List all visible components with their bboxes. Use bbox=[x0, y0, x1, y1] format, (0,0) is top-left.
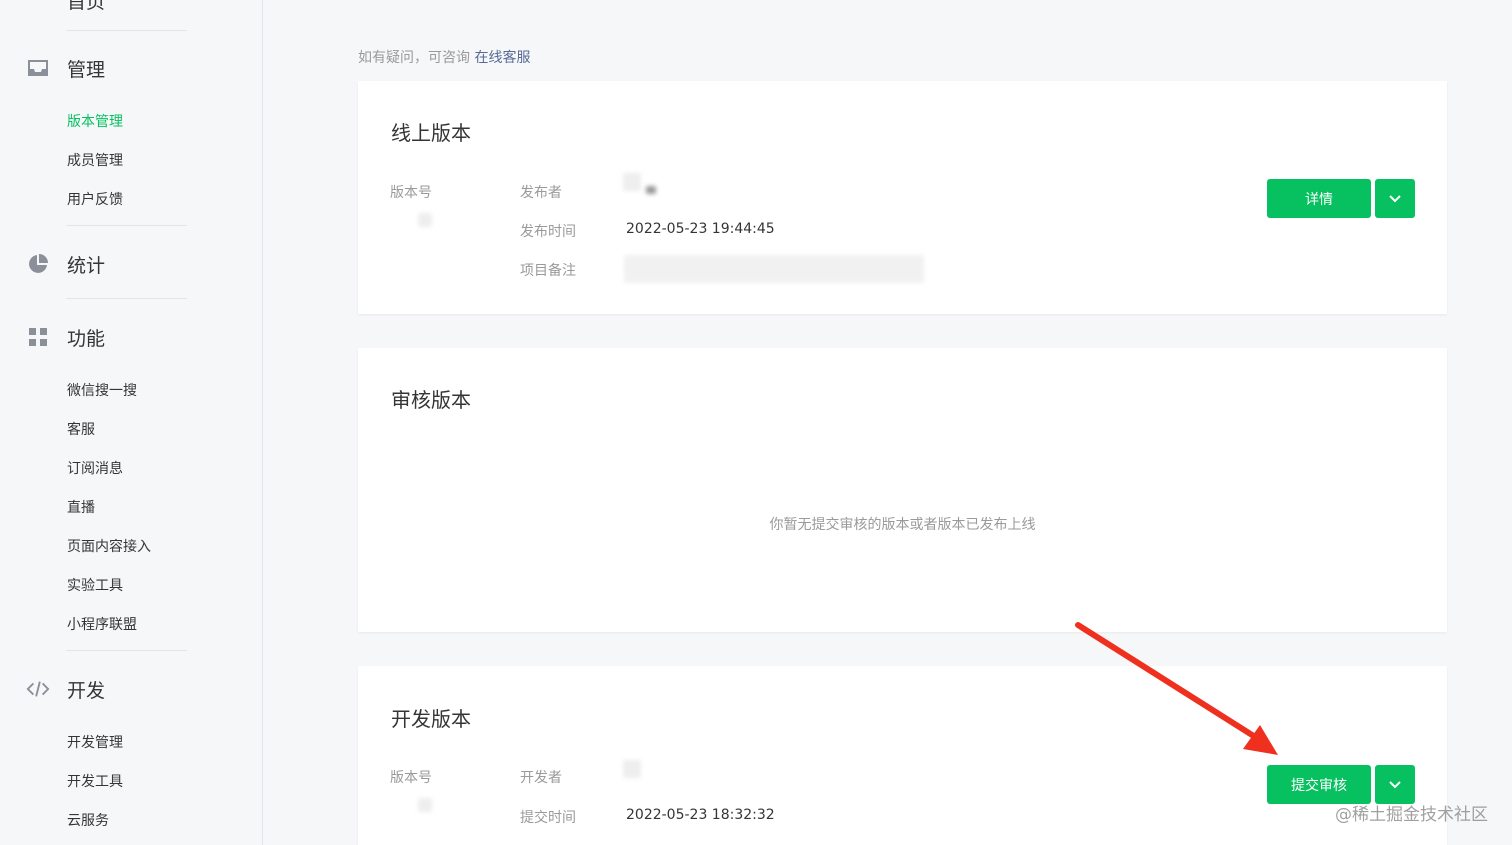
sidebar-item-mini-program-union[interactable]: 小程序联盟 bbox=[67, 614, 137, 634]
publisher-label: 发布者 bbox=[520, 185, 562, 201]
pie-chart-icon bbox=[26, 252, 50, 276]
sidebar-item-page-content[interactable]: 页面内容接入 bbox=[67, 536, 151, 556]
review-empty-message: 你暂无提交审核的版本或者版本已发布上线 bbox=[769, 517, 1036, 533]
developer-label: 开发者 bbox=[520, 770, 562, 786]
version-number-label: 版本号 bbox=[390, 185, 432, 201]
sidebar-divider bbox=[66, 298, 187, 299]
developer-avatar-redacted bbox=[623, 760, 641, 778]
sidebar-item-customer-service[interactable]: 客服 bbox=[67, 419, 95, 439]
sidebar-item-dev-tools[interactable]: 开发工具 bbox=[67, 771, 123, 791]
help-note-text: 如有疑问，可咨询 bbox=[358, 50, 470, 66]
online-version-card: 线上版本 版本号 发布者 发布时间 2022-05-23 19:44:45 项目… bbox=[358, 81, 1447, 314]
inbox-icon bbox=[26, 56, 50, 80]
sidebar-item-wechat-search[interactable]: 微信搜一搜 bbox=[67, 380, 137, 400]
sidebar-divider bbox=[66, 225, 187, 226]
sidebar-section-home[interactable]: 首页 bbox=[26, 0, 105, 13]
dev-version-title: 开发版本 bbox=[391, 707, 471, 731]
submit-review-button[interactable]: 提交审核 bbox=[1267, 765, 1371, 804]
grid-icon bbox=[26, 325, 50, 349]
sidebar-section-label: 首页 bbox=[67, 0, 106, 13]
chevron-down-icon bbox=[1388, 189, 1402, 208]
sidebar-section-label: 功能 bbox=[67, 327, 106, 350]
help-note: 如有疑问，可咨询 在线客服 bbox=[358, 47, 530, 67]
sidebar-item-member-manage[interactable]: 成员管理 bbox=[67, 150, 123, 170]
watermark: @稀土掘金技术社区 bbox=[1335, 805, 1488, 825]
version-number-label: 版本号 bbox=[390, 770, 432, 786]
sidebar-item-version-manage[interactable]: 版本管理 bbox=[67, 111, 123, 131]
review-version-card: 审核版本 你暂无提交审核的版本或者版本已发布上线 bbox=[358, 348, 1447, 632]
sidebar-divider bbox=[66, 30, 187, 31]
annotation-arrow-icon bbox=[1075, 622, 1278, 755]
version-number-value-redacted bbox=[418, 213, 432, 227]
home-icon bbox=[26, 0, 50, 12]
online-more-dropdown-button[interactable] bbox=[1375, 179, 1415, 218]
publish-time-label: 发布时间 bbox=[520, 224, 576, 240]
sidebar-item-live[interactable]: 直播 bbox=[67, 497, 95, 517]
sidebar-section-dev[interactable]: 开发 bbox=[26, 677, 105, 702]
sidebar-item-user-feedback[interactable]: 用户反馈 bbox=[67, 189, 123, 209]
sidebar-section-label: 管理 bbox=[67, 58, 106, 81]
project-remark-label: 项目备注 bbox=[520, 263, 576, 279]
sidebar-item-experiment-tools[interactable]: 实验工具 bbox=[67, 575, 123, 595]
version-number-value-redacted bbox=[418, 798, 432, 812]
review-version-title: 审核版本 bbox=[391, 388, 471, 412]
sidebar-section-features[interactable]: 功能 bbox=[26, 325, 105, 350]
sidebar-divider bbox=[66, 650, 187, 651]
sidebar-item-subscribe-message[interactable]: 订阅消息 bbox=[67, 458, 123, 478]
chevron-down-icon bbox=[1388, 775, 1402, 794]
sidebar-item-dev-manage[interactable]: 开发管理 bbox=[67, 732, 123, 752]
publisher-name-redacted bbox=[646, 186, 656, 194]
project-remark-value-redacted bbox=[624, 255, 924, 283]
detail-button[interactable]: 详情 bbox=[1267, 179, 1371, 218]
publisher-avatar-redacted bbox=[623, 173, 641, 191]
submit-time-value: 2022-05-23 18:32:32 bbox=[626, 807, 775, 823]
sidebar-section-stats[interactable]: 统计 bbox=[26, 252, 105, 277]
sidebar-section-label: 统计 bbox=[67, 254, 106, 277]
sidebar-section-label: 开发 bbox=[67, 679, 106, 702]
code-icon bbox=[26, 677, 50, 701]
online-service-link[interactable]: 在线客服 bbox=[474, 50, 530, 66]
sidebar: 首页 管理 版本管理 成员管理 用户反馈 统计 功能 微信搜一搜 客服 订阅消息… bbox=[0, 0, 263, 845]
submit-time-label: 提交时间 bbox=[520, 810, 576, 826]
dev-more-dropdown-button[interactable] bbox=[1375, 765, 1415, 804]
sidebar-item-cloud-service[interactable]: 云服务 bbox=[67, 810, 109, 830]
sidebar-section-manage[interactable]: 管理 bbox=[26, 56, 105, 81]
online-version-title: 线上版本 bbox=[391, 121, 471, 145]
publish-time-value: 2022-05-23 19:44:45 bbox=[626, 221, 775, 237]
